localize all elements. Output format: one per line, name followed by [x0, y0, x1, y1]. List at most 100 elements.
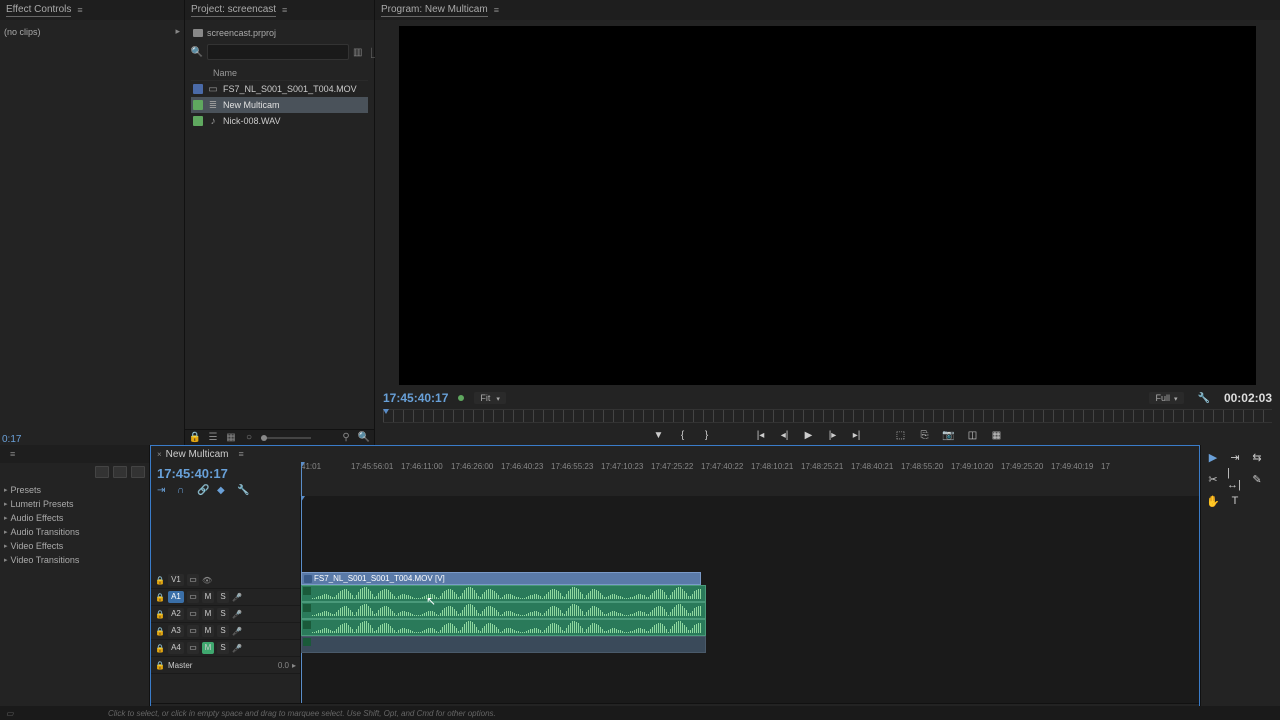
voice-over-icon[interactable]: 🎤	[232, 593, 244, 602]
audio-track-header[interactable]: 🔒 A1 ▭ M S 🎤	[151, 589, 300, 606]
solo-button[interactable]: S	[217, 642, 229, 654]
panel-menu-icon[interactable]: ≡	[494, 5, 499, 15]
export-frame-icon[interactable]: 📷	[942, 428, 956, 442]
program-scrubber[interactable]	[383, 409, 1272, 423]
ripple-edit-icon[interactable]: ⇆	[1249, 449, 1265, 465]
fx-badge-icon[interactable]	[95, 466, 109, 478]
timeline-clips-area[interactable]: FS7_NL_S001_S001_T004.MOV [V]	[301, 496, 1199, 703]
project-asset-row[interactable]: ≣ New Multicam	[191, 97, 368, 113]
timeline-playhead[interactable]	[301, 462, 302, 496]
find-icon[interactable]: ⚲	[340, 432, 352, 444]
track-tag[interactable]: A4	[168, 642, 184, 654]
audio-track-header[interactable]: 🔒 A3 ▭ M S 🎤	[151, 623, 300, 640]
icon-view-icon[interactable]: ▦	[225, 432, 237, 444]
program-header[interactable]: Program: New Multicam ≡	[375, 0, 1280, 20]
razor-tool-icon[interactable]: ✂	[1205, 471, 1221, 487]
audio-clip[interactable]	[301, 585, 706, 602]
panel-menu-icon[interactable]: ≡	[238, 449, 243, 459]
audio-clip[interactable]	[301, 636, 706, 653]
master-value[interactable]: 0.0	[207, 661, 289, 670]
selection-tool-icon[interactable]: ▶	[1205, 449, 1221, 465]
freeform-icon[interactable]: ○	[243, 432, 255, 444]
master-track-header[interactable]: 🔒 Master 0.0 ▸	[151, 657, 300, 674]
solo-button[interactable]: S	[217, 625, 229, 637]
column-header-name[interactable]: Name	[191, 66, 368, 81]
toggle-output-icon[interactable]: ▭	[187, 591, 199, 603]
effects-folder[interactable]: Audio Transitions	[4, 525, 145, 539]
type-tool-icon[interactable]: T	[1227, 493, 1243, 509]
mute-button[interactable]: M	[202, 642, 214, 654]
audio-clip[interactable]	[301, 602, 706, 619]
track-tag[interactable]: V1	[168, 574, 184, 586]
timeline-tab[interactable]: × New Multicam ≡	[151, 446, 1199, 462]
close-icon[interactable]: ×	[157, 450, 162, 459]
track-select-icon[interactable]: ⇥	[1227, 449, 1243, 465]
disclosure-icon[interactable]: ▸	[175, 26, 180, 37]
bin-icon[interactable]: ▭	[6, 709, 18, 718]
extract-icon[interactable]: ⎘	[918, 428, 932, 442]
project-header[interactable]: Project: screencast ≡	[185, 0, 374, 20]
solo-button[interactable]: S	[217, 608, 229, 620]
new-item-icon[interactable]: 🔍	[358, 432, 370, 444]
eye-icon[interactable]: 👁	[202, 576, 214, 585]
mute-button[interactable]: M	[202, 608, 214, 620]
step-back-icon[interactable]: ◂|	[778, 428, 792, 442]
voice-over-icon[interactable]: 🎤	[232, 627, 244, 636]
solo-button[interactable]: S	[217, 591, 229, 603]
playhead-icon[interactable]	[383, 409, 389, 425]
panel-menu-icon[interactable]: ≡	[77, 5, 82, 15]
video-clip[interactable]: FS7_NL_S001_S001_T004.MOV [V]	[301, 572, 701, 585]
thumbnail-size-slider[interactable]	[261, 437, 311, 439]
zoom-level-select[interactable]: Fit	[474, 392, 506, 404]
lift-icon[interactable]: ⬚	[894, 428, 908, 442]
step-forward-icon[interactable]: |▸	[826, 428, 840, 442]
lock-icon[interactable]: 🔒	[155, 661, 165, 670]
resolution-select[interactable]: Full	[1149, 392, 1183, 404]
audio-track-header[interactable]: 🔒 A4 ▭ M S 🎤	[151, 640, 300, 657]
out-point-icon[interactable]: }	[700, 428, 714, 442]
lock-icon[interactable]: 🔒	[155, 627, 165, 636]
audio-clip[interactable]	[301, 619, 706, 636]
voice-over-icon[interactable]: 🎤	[232, 610, 244, 619]
toggle-output-icon[interactable]: ▭	[187, 574, 199, 586]
program-timecode-current[interactable]: 17:45:40:17	[383, 391, 448, 405]
play-icon[interactable]: ▶	[802, 428, 816, 442]
effects-folder[interactable]: Lumetri Presets	[4, 497, 145, 511]
toggle-output-icon[interactable]: ▭	[187, 642, 199, 654]
pen-tool-icon[interactable]: ✎	[1249, 471, 1265, 487]
effects-folder[interactable]: Video Effects	[4, 539, 145, 553]
lock-icon[interactable]: 🔒	[155, 576, 165, 585]
hand-tool-icon[interactable]: ✋	[1205, 493, 1221, 509]
audio-track-header[interactable]: 🔒 A2 ▭ M S 🎤	[151, 606, 300, 623]
track-tag[interactable]: A2	[168, 608, 184, 620]
lock-icon[interactable]: 🔒	[155, 644, 165, 653]
video-track-header[interactable]: 🔒 V1 ▭ 👁	[151, 572, 300, 589]
effect-controls-header[interactable]: Effect Controls ≡	[0, 0, 184, 20]
effects-folder[interactable]: Video Transitions	[4, 553, 145, 567]
in-point-icon[interactable]: {	[676, 428, 690, 442]
project-asset-row[interactable]: ♪ Nick-008.WAV	[191, 113, 368, 129]
timeline-ruler[interactable]: 41:0117:45:56:0117:46:11:0017:46:26:0017…	[301, 462, 1199, 478]
go-to-out-icon[interactable]: ▸|	[850, 428, 864, 442]
list-view-icon[interactable]: ☰	[207, 432, 219, 444]
toggle-output-icon[interactable]: ▭	[187, 608, 199, 620]
button-editor-icon[interactable]: ▦	[990, 428, 1004, 442]
lock-icon[interactable]: 🔒	[155, 593, 165, 602]
effects-folder[interactable]: Presets	[4, 483, 145, 497]
fx-badge-icon[interactable]	[113, 466, 127, 478]
timeline-timecode[interactable]: 17:45:40:17	[157, 464, 295, 483]
track-tag[interactable]: A1	[168, 591, 184, 603]
project-breadcrumb[interactable]: screencast.prproj	[191, 24, 368, 42]
lock-col-icon[interactable]: 🔒	[189, 432, 201, 444]
project-asset-row[interactable]: ▭ FS7_NL_S001_S001_T004.MOV	[191, 81, 368, 97]
settings-icon[interactable]: 🔧	[1198, 393, 1210, 404]
program-video-view[interactable]	[399, 26, 1256, 385]
mute-button[interactable]: M	[202, 591, 214, 603]
new-bin-icon[interactable]: ▥	[353, 46, 362, 58]
panel-menu-icon[interactable]: ≡	[282, 5, 287, 15]
track-tag[interactable]: A3	[168, 625, 184, 637]
comparison-icon[interactable]: ◫	[966, 428, 980, 442]
panel-menu-icon[interactable]: ≡	[10, 449, 15, 459]
slip-tool-icon[interactable]: |↔|	[1227, 471, 1243, 487]
fx-badge-icon[interactable]	[131, 466, 145, 478]
